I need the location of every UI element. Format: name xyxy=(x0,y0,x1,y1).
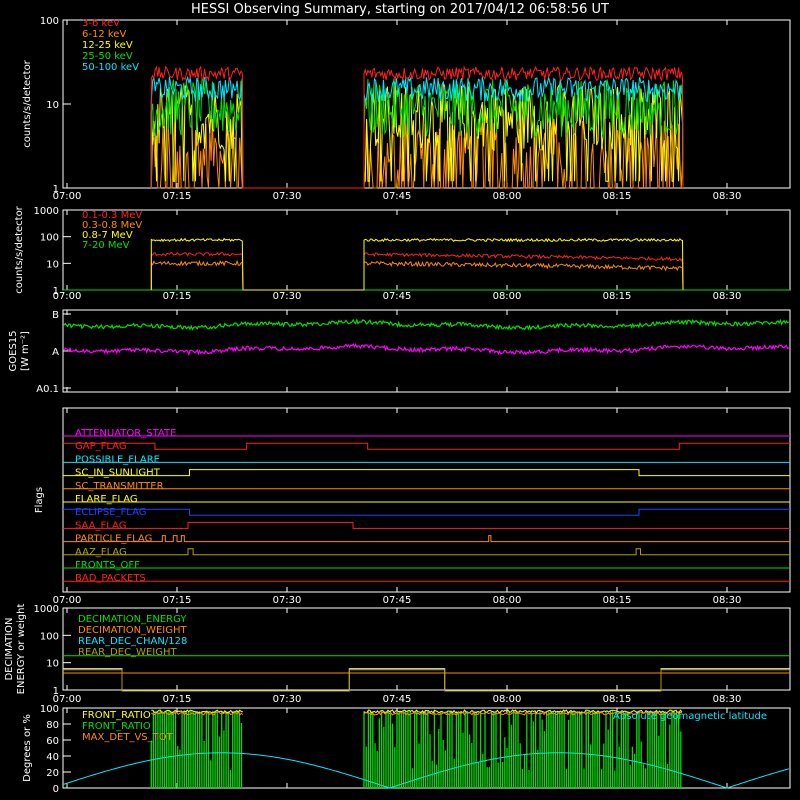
time-tick-label: 07:15 xyxy=(163,595,192,606)
time-tick-label: 08:15 xyxy=(603,694,632,705)
y-axis-unit: [W m⁻²] xyxy=(20,331,31,371)
legend-label: REAR_DEC_CHAN/128 xyxy=(78,636,187,647)
time-tick-label: 08:30 xyxy=(713,694,742,705)
time-tick-label: 07:45 xyxy=(383,595,412,606)
time-tick-label: 08:15 xyxy=(603,595,632,606)
time-tick-label: 07:15 xyxy=(163,291,192,302)
y-tick-label: 40 xyxy=(46,752,59,763)
legend-label: 3-6 keV xyxy=(82,18,120,29)
flag-label: SAA_FLAG xyxy=(75,520,126,531)
y-axis-label-2: ENERGY or weight xyxy=(16,604,27,695)
y-tick-label: 100 xyxy=(40,631,59,642)
legend-label: 7-20 MeV xyxy=(82,240,130,251)
time-tick-label: 07:30 xyxy=(273,595,302,606)
y-tick-label: 1 xyxy=(53,184,59,195)
plot-title: HESSI Observing Summary, starting on 201… xyxy=(191,2,609,17)
flag-label: PARTICLE_FLAG xyxy=(75,534,152,545)
legend-label: 25-50 keV xyxy=(82,51,133,62)
y-tick-label: 100 xyxy=(40,16,59,27)
time-tick-label: 07:45 xyxy=(383,694,412,705)
flag-label: SC_TRANSMITTER xyxy=(75,481,164,492)
legend-label: Absolute geomagnetic latitude xyxy=(613,711,767,722)
time-tick-label: 08:15 xyxy=(603,291,632,302)
y-axis-label: DECIMATION xyxy=(4,617,15,680)
time-tick-label: 07:30 xyxy=(273,191,302,202)
y-tick-label: 10 xyxy=(46,659,59,670)
y-tick-label: B xyxy=(52,310,59,321)
time-tick-label: 07:15 xyxy=(163,694,192,705)
y-tick-label: 80 xyxy=(46,720,59,731)
time-tick-label: 08:30 xyxy=(713,595,742,606)
y-tick-label: 60 xyxy=(46,736,59,747)
y-axis-label: GOES15 xyxy=(8,330,19,371)
time-tick-label: 08:00 xyxy=(493,694,522,705)
legend-label: REAR_DEC_WEIGHT xyxy=(78,647,177,658)
legend-label: FRONT_RATIO xyxy=(82,721,151,732)
time-tick-label: 08:30 xyxy=(713,291,742,302)
time-tick-label: 07:45 xyxy=(383,191,412,202)
legend-label: DECIMATION_WEIGHT xyxy=(78,625,187,636)
y-axis-label: Flags xyxy=(34,487,45,513)
y-tick-label: 10 xyxy=(46,259,59,270)
y-axis-label: counts/s/detector xyxy=(14,205,25,293)
flag-label: ATTENUATOR_STATE xyxy=(75,428,176,439)
legend-label: FRONT_RATIO xyxy=(82,710,151,721)
time-tick-label: 08:00 xyxy=(493,595,522,606)
y-tick-label: 1 xyxy=(53,686,59,697)
legend-label: 6-12 keV xyxy=(82,29,126,40)
legend-label: DECIMATION_ENERGY xyxy=(78,614,187,625)
y-tick-label: 10 xyxy=(46,100,59,111)
time-tick-label: 08:15 xyxy=(603,191,632,202)
flag-label: SC_IN_SUNLIGHT xyxy=(75,468,161,479)
y-axis-label: counts/s/detector xyxy=(22,59,33,147)
flag-label: GAP_FLAG xyxy=(75,441,127,452)
y-tick-label: 1000 xyxy=(34,604,59,615)
legend-label: 50-100 keV xyxy=(82,62,139,73)
y-tick-label: 20 xyxy=(46,768,59,779)
hessi-summary-plot: HESSI Observing Summary, starting on 201… xyxy=(0,0,800,800)
flag-label: POSSIBLE_FLARE xyxy=(75,454,160,465)
time-tick-label: 08:30 xyxy=(713,191,742,202)
legend-label: MAX_DET_VS_TOT xyxy=(82,732,174,743)
y-tick-label: A0.1 xyxy=(36,384,59,395)
flag-label: FLARE_FLAG xyxy=(75,494,138,505)
y-tick-label: 100 xyxy=(40,704,59,715)
y-axis-label: Degrees or % xyxy=(22,714,33,782)
time-tick-label: 07:30 xyxy=(273,694,302,705)
time-tick-label: 07:30 xyxy=(273,291,302,302)
y-tick-label: A xyxy=(52,347,59,358)
y-tick-label: 0 xyxy=(53,784,59,795)
time-tick-label: 07:45 xyxy=(383,291,412,302)
flag-label: AAZ_FLAG xyxy=(75,547,127,558)
time-tick-label: 08:00 xyxy=(493,291,522,302)
legend-label: 12-25 keV xyxy=(82,40,133,51)
time-tick-label: 08:00 xyxy=(493,191,522,202)
y-tick-label: 100 xyxy=(40,233,59,244)
flag-label: FRONTS_OFF xyxy=(75,560,140,571)
time-tick-label: 07:15 xyxy=(163,191,192,202)
y-tick-label: 1 xyxy=(53,286,59,297)
y-tick-label: 1000 xyxy=(34,206,59,217)
flag-label: BAD_PACKETS xyxy=(75,573,146,584)
flag-label: ECLIPSE_FLAG xyxy=(75,507,146,518)
